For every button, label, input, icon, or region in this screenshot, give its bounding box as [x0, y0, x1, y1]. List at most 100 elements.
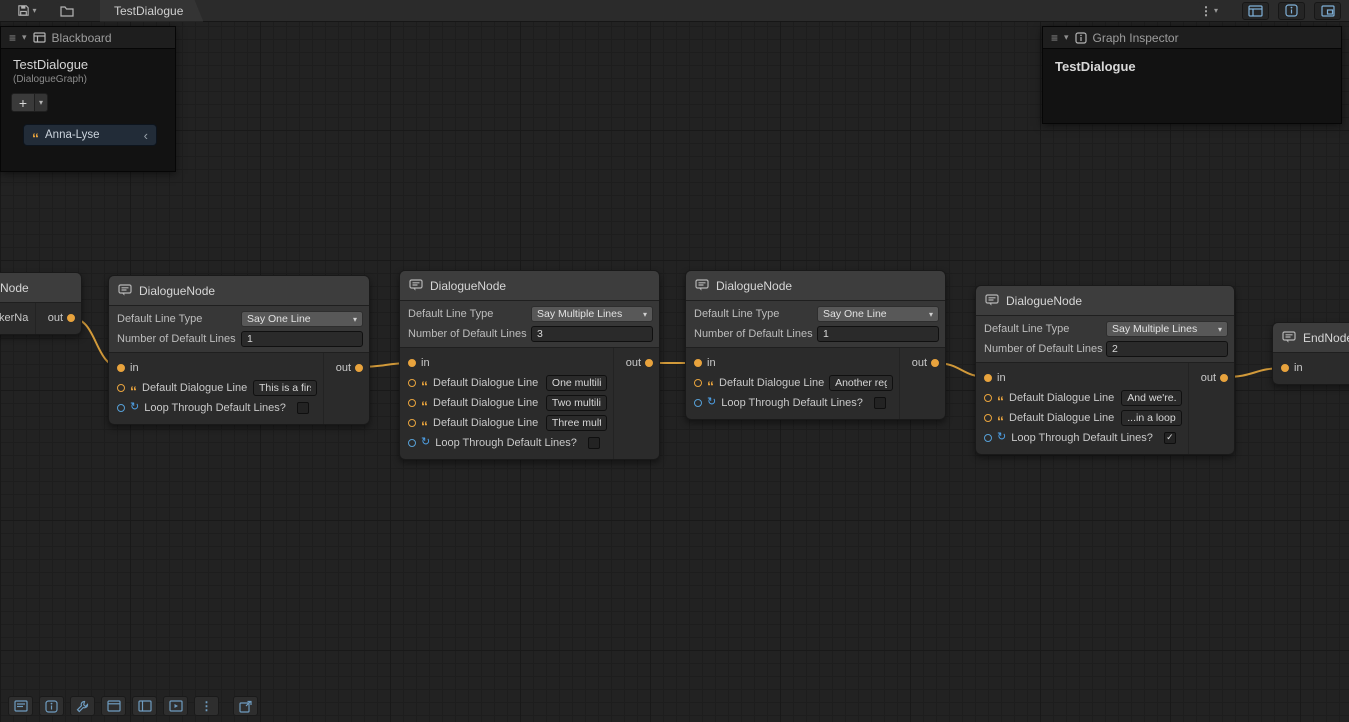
add-variable-dropdown-icon[interactable]: ▾: [35, 93, 48, 112]
output-port[interactable]: [355, 364, 363, 372]
dropdown-value: Say Multiple Lines: [1112, 323, 1197, 335]
top-toolbar: ▾ TestDialogue ⋮ ▾: [0, 0, 1349, 22]
node-title-bar[interactable]: DialogueNode: [400, 271, 659, 301]
dialogue-line-port[interactable]: [984, 414, 992, 422]
output-port[interactable]: [645, 359, 653, 367]
loop-checkbox[interactable]: [588, 437, 600, 449]
input-port[interactable]: [117, 364, 125, 372]
node-title-bar[interactable]: DialogueNode: [109, 276, 369, 306]
dialogue-line-port[interactable]: [694, 379, 702, 387]
loop-checkbox[interactable]: [874, 397, 886, 409]
input-port[interactable]: [408, 359, 416, 367]
num-default-lines-field[interactable]: 2: [1106, 341, 1228, 357]
output-container: out: [899, 348, 945, 419]
node-title-bar[interactable]: DialogueNode: [686, 271, 945, 301]
node-title: EndNode: [1303, 331, 1349, 345]
toggle-minimap-button[interactable]: [1314, 2, 1341, 20]
dialogue-line-field[interactable]: Another regu: [829, 375, 893, 391]
open-folder-button[interactable]: [56, 2, 78, 20]
inspector-graph-name: TestDialogue: [1055, 59, 1329, 74]
dialogue-node-icon: [409, 279, 423, 292]
node-title-bar[interactable]: Node: [0, 273, 81, 303]
quote-icon: “: [421, 383, 428, 389]
preview-panel-button[interactable]: [163, 696, 188, 716]
blackboard-header[interactable]: ≡ ▾ Blackboard: [1, 27, 175, 49]
loop-icon: ↻: [421, 437, 430, 448]
loop-port[interactable]: [694, 399, 702, 407]
add-variable-button[interactable]: +: [11, 93, 35, 112]
inspector-toggle-icon: [1285, 4, 1298, 17]
dialogue-node-4[interactable]: DialogueNode Default Line Type Say Multi…: [975, 285, 1235, 455]
external-window-button[interactable]: [233, 696, 258, 716]
more-options-button[interactable]: ⋮ ▾: [1198, 2, 1220, 20]
loop-checkbox[interactable]: ✓: [1164, 432, 1176, 444]
dialogue-line-field[interactable]: Three multili: [546, 415, 607, 431]
dialogue-node-3[interactable]: DialogueNode Default Line Type Say One L…: [685, 270, 946, 420]
inspector-panel-button[interactable]: [39, 696, 64, 716]
graph-tab[interactable]: TestDialogue: [100, 0, 203, 22]
prop-label: Number of Default Lines: [115, 333, 241, 345]
output-port[interactable]: [931, 359, 939, 367]
loop-checkbox[interactable]: [297, 402, 309, 414]
field-value: 2: [1112, 343, 1118, 355]
port-label: in: [1294, 362, 1303, 374]
toggle-blackboard-button[interactable]: [1242, 2, 1269, 20]
menu-icon[interactable]: ≡: [9, 31, 16, 45]
save-dropdown-icon[interactable]: ▾: [32, 6, 36, 15]
speaker-node[interactable]: Node kerName out: [0, 272, 82, 335]
quote-icon: “: [421, 403, 428, 409]
dropdown-value: Say One Line: [823, 308, 887, 320]
node-title: DialogueNode: [1006, 294, 1082, 308]
more-panels-button[interactable]: ⋮: [194, 696, 219, 716]
graph-inspector-header[interactable]: ≡ ▾ Graph Inspector: [1043, 27, 1341, 49]
collapse-icon[interactable]: ▾: [22, 32, 27, 43]
output-port[interactable]: [1220, 374, 1228, 382]
dialogue-node-2[interactable]: DialogueNode Default Line Type Say Multi…: [399, 270, 660, 460]
loop-port[interactable]: [117, 404, 125, 412]
dialogue-line-port[interactable]: [408, 419, 416, 427]
console-panel-button[interactable]: [8, 696, 33, 716]
port-label: out: [48, 312, 63, 324]
output-port[interactable]: [67, 314, 75, 322]
line-type-dropdown[interactable]: Say One Line ▾: [817, 306, 939, 322]
toggle-inspector-button[interactable]: [1278, 2, 1305, 20]
dialogue-line-field[interactable]: One multiline: [546, 375, 607, 391]
dialogue-node-1[interactable]: DialogueNode Default Line Type Say One L…: [108, 275, 370, 425]
loop-port[interactable]: [408, 439, 416, 447]
blackboard-panel-button[interactable]: [132, 696, 157, 716]
dialogue-line-port[interactable]: [984, 394, 992, 402]
num-default-lines-field[interactable]: 1: [817, 326, 939, 342]
chevron-left-icon[interactable]: ‹: [144, 128, 148, 143]
input-port[interactable]: [1281, 364, 1289, 372]
port-label: out: [336, 362, 351, 374]
dialogue-line-field[interactable]: This is a first: [253, 380, 317, 396]
line-type-dropdown[interactable]: Say Multiple Lines ▾: [1106, 321, 1228, 337]
node-title-bar[interactable]: EndNode: [1273, 323, 1349, 353]
dialogue-line-port[interactable]: [408, 379, 416, 387]
collapse-icon[interactable]: ▾: [1064, 32, 1069, 43]
loop-port[interactable]: [984, 434, 992, 442]
dialogue-line-field[interactable]: ...in a loop: [1121, 410, 1182, 426]
menu-icon[interactable]: ≡: [1051, 31, 1058, 45]
dialogue-line-port[interactable]: [408, 399, 416, 407]
output-container: out: [35, 303, 81, 334]
window-panel-button[interactable]: [101, 696, 126, 716]
input-port[interactable]: [984, 374, 992, 382]
node-title-bar[interactable]: DialogueNode: [976, 286, 1234, 316]
line-type-dropdown[interactable]: Say Multiple Lines ▾: [531, 306, 653, 322]
quote-icon: “: [130, 388, 137, 394]
blackboard-variable-row[interactable]: “ Anna-Lyse ‹: [23, 124, 157, 146]
port-label: out: [626, 357, 641, 369]
input-port[interactable]: [694, 359, 702, 367]
dropdown-value: Say One Line: [247, 313, 311, 325]
dialogue-line-field[interactable]: And we're...: [1121, 390, 1182, 406]
line-type-dropdown[interactable]: Say One Line ▾: [241, 311, 363, 327]
save-button[interactable]: ▾: [16, 2, 38, 20]
blackboard-toggle-icon: [1248, 5, 1263, 17]
tools-panel-button[interactable]: [70, 696, 95, 716]
dialogue-line-port[interactable]: [117, 384, 125, 392]
end-node[interactable]: EndNode in: [1272, 322, 1349, 385]
num-default-lines-field[interactable]: 3: [531, 326, 653, 342]
dialogue-line-field[interactable]: Two multiline: [546, 395, 607, 411]
num-default-lines-field[interactable]: 1: [241, 331, 363, 347]
